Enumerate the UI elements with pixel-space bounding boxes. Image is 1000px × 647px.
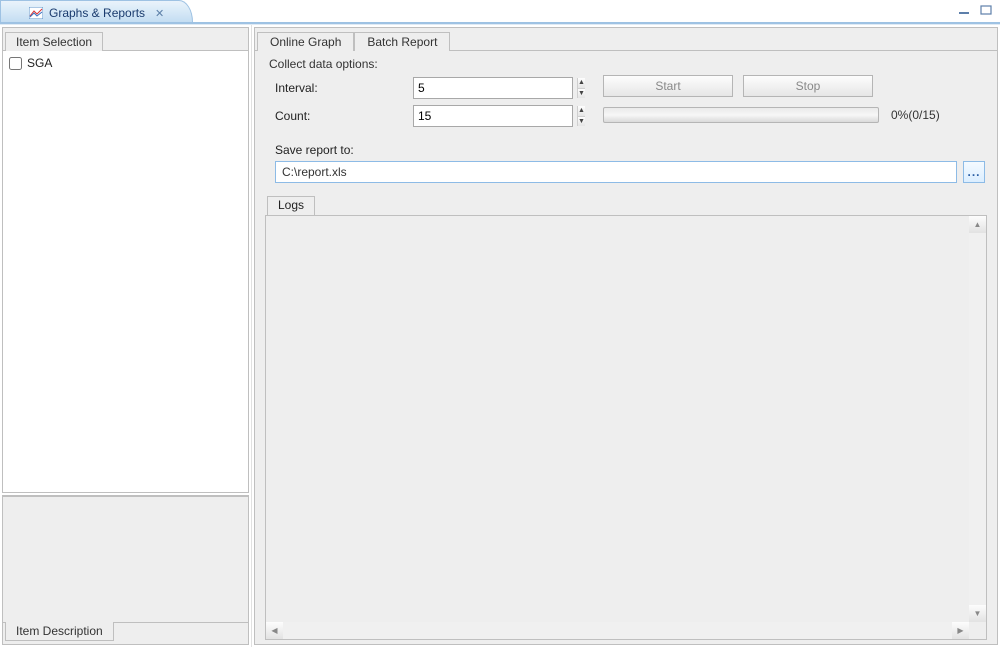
logs-scrollbar-vertical[interactable]: ▲ ▼ [969, 216, 986, 622]
interval-input[interactable] [414, 78, 577, 98]
progress-bar [603, 107, 879, 123]
tree-item-label: SGA [27, 56, 52, 70]
count-input[interactable] [414, 106, 577, 126]
logs-scrollbar-horizontal[interactable]: ◀ ▶ [266, 622, 969, 639]
view-tab-label: Graphs & Reports [49, 6, 145, 20]
browse-button[interactable]: ... [963, 161, 985, 183]
maximize-view-icon[interactable] [978, 3, 994, 17]
item-selection-tab[interactable]: Item Selection [5, 32, 103, 51]
tab-batch-report[interactable]: Batch Report [354, 32, 450, 51]
scroll-down-icon[interactable]: ▼ [969, 605, 986, 622]
count-label: Count: [275, 109, 405, 123]
count-spin-down[interactable]: ▼ [578, 117, 585, 127]
logs-tab[interactable]: Logs [267, 196, 315, 216]
save-path-input[interactable] [275, 161, 957, 183]
scroll-right-icon[interactable]: ▶ [952, 622, 969, 639]
save-report-label: Save report to: [275, 143, 987, 157]
collect-options-label: Collect data options: [269, 57, 595, 71]
tab-online-graph[interactable]: Online Graph [257, 32, 354, 51]
item-tree[interactable]: SGA [3, 51, 248, 75]
interval-label: Interval: [275, 81, 405, 95]
close-view-icon[interactable]: ✕ [155, 7, 164, 20]
tree-item[interactable]: SGA [9, 55, 242, 71]
scroll-left-icon[interactable]: ◀ [266, 622, 283, 639]
interval-spin-down[interactable]: ▼ [578, 89, 585, 99]
stop-button[interactable]: Stop [743, 75, 873, 97]
interval-spin-up[interactable]: ▲ [578, 78, 585, 89]
scroll-up-icon[interactable]: ▲ [969, 216, 986, 233]
item-description-tab[interactable]: Item Description [5, 622, 114, 641]
batch-report-panel: Online Graph Batch Report Collect data o… [254, 27, 998, 645]
start-button[interactable]: Start [603, 75, 733, 97]
logs-area[interactable]: ▲ ▼ ◀ ▶ [265, 215, 987, 640]
progress-text: 0%(0/15) [891, 108, 940, 122]
item-description-panel: Item Description [2, 495, 249, 645]
chart-icon [29, 7, 43, 19]
tree-item-checkbox[interactable] [9, 57, 22, 70]
count-spin-up[interactable]: ▲ [578, 106, 585, 117]
minimize-view-icon[interactable] [956, 3, 972, 17]
view-tab-graphs-reports[interactable]: Graphs & Reports ✕ [0, 0, 193, 22]
item-selection-panel: Item Selection SGA [2, 27, 249, 493]
